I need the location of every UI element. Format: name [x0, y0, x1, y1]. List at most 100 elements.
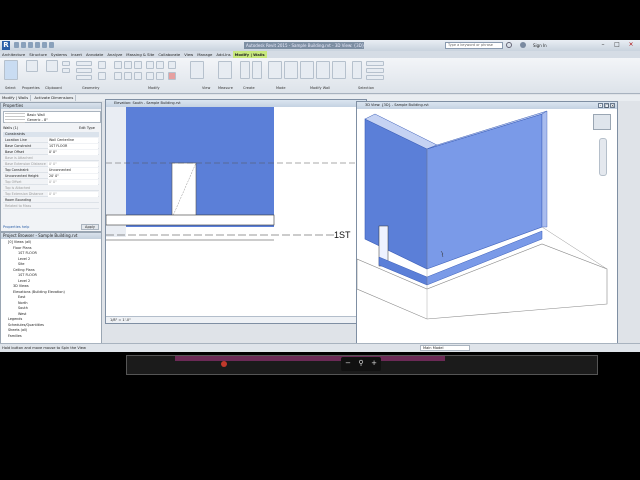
- level-tag[interactable]: 1ST: [334, 230, 351, 240]
- browser-item[interactable]: Sheets (all): [8, 328, 27, 333]
- tab-insert[interactable]: Insert: [69, 51, 84, 58]
- detach-top-base-button[interactable]: [332, 61, 346, 79]
- property-row[interactable]: Room Bounding: [3, 198, 99, 203]
- browser-item[interactable]: Legends: [8, 317, 22, 322]
- browser-item[interactable]: 1ST FLOOR: [18, 273, 37, 278]
- close-button[interactable]: ×: [626, 41, 636, 49]
- load-selection-button[interactable]: [366, 68, 384, 73]
- measure-button[interactable]: [218, 61, 232, 79]
- property-row[interactable]: Top Extension Distance 0' 0": [3, 192, 99, 197]
- save-selection-button[interactable]: [366, 61, 384, 66]
- property-value[interactable]: 0' 0": [48, 162, 98, 167]
- move-icon[interactable]: [114, 72, 122, 80]
- properties-button[interactable]: [26, 60, 38, 72]
- tab-manage[interactable]: Manage: [195, 51, 214, 58]
- 3d-model-canvas[interactable]: [357, 109, 617, 344]
- south-elevation-view[interactable]: Elevation: South - Sample Building.rvt 1…: [105, 99, 367, 324]
- property-row[interactable]: Base is Attached: [3, 156, 99, 161]
- join-button[interactable]: [76, 75, 92, 80]
- constraints-section[interactable]: Constraints: [3, 132, 99, 137]
- tab-structure[interactable]: Structure: [27, 51, 49, 58]
- measure-icon[interactable]: [49, 42, 54, 48]
- sign-in-link[interactable]: Sign In: [533, 42, 547, 49]
- pin-icon[interactable]: [168, 61, 176, 69]
- rotate-icon[interactable]: [134, 72, 142, 80]
- wall-face[interactable]: [126, 107, 274, 227]
- create-similar-button[interactable]: [240, 61, 250, 79]
- paint-icon[interactable]: [98, 72, 106, 80]
- browser-item[interactable]: South: [18, 306, 28, 311]
- navigation-bar[interactable]: [599, 138, 607, 176]
- zoom-out-button[interactable]: −: [342, 359, 354, 367]
- browser-item[interactable]: Floor Plans: [13, 246, 32, 251]
- property-row[interactable]: Base Extension Distance 0' 0": [3, 162, 99, 167]
- tab-annotate[interactable]: Annotate: [84, 51, 105, 58]
- property-row[interactable]: Top Offset 0' 0": [3, 180, 99, 185]
- tab-view[interactable]: View: [182, 51, 195, 58]
- minimize-button[interactable]: –: [598, 41, 608, 49]
- attach-top-base-button[interactable]: [316, 61, 330, 79]
- browser-item[interactable]: 3D Views: [13, 284, 29, 289]
- save-icon[interactable]: [21, 42, 26, 48]
- properties-help-link[interactable]: Properties help: [3, 225, 29, 229]
- browser-item[interactable]: East: [18, 295, 25, 300]
- view-close-button[interactable]: ×: [610, 103, 615, 108]
- edit-type-button[interactable]: Edit Type: [79, 125, 95, 131]
- cut-icon[interactable]: [62, 61, 70, 66]
- trim-icon[interactable]: [146, 61, 154, 69]
- property-value[interactable]: 0' 0": [48, 150, 98, 155]
- property-value[interactable]: 20' 0": [48, 174, 98, 179]
- paste-button[interactable]: [46, 60, 58, 72]
- floor-slab[interactable]: [106, 214, 275, 226]
- property-value[interactable]: Unconnected: [48, 168, 98, 173]
- split-icon[interactable]: [156, 61, 164, 69]
- copy-element-icon[interactable]: [124, 72, 132, 80]
- property-row[interactable]: Unconnected Height 20' 0": [3, 174, 99, 179]
- open-icon[interactable]: [14, 42, 19, 48]
- browser-item[interactable]: [0] Views (all): [8, 240, 31, 245]
- search-icon[interactable]: [506, 42, 512, 48]
- wall-opening-button[interactable]: [300, 61, 314, 79]
- tab-analyze[interactable]: Analyze: [105, 51, 124, 58]
- align-icon[interactable]: [114, 61, 122, 69]
- tab-collaborate[interactable]: Collaborate: [156, 51, 182, 58]
- browser-item[interactable]: Families: [8, 334, 22, 339]
- property-value[interactable]: Wall Centerline: [48, 138, 98, 143]
- array-icon[interactable]: [146, 72, 154, 80]
- maximize-button[interactable]: □: [612, 41, 622, 49]
- edit-selection-button[interactable]: [366, 75, 384, 80]
- browser-item[interactable]: Site: [18, 262, 25, 267]
- application-menu-button[interactable]: R: [2, 41, 10, 50]
- browser-item[interactable]: 1ST FLOOR: [18, 251, 37, 256]
- property-row[interactable]: Location Line Wall Centerline: [3, 138, 99, 143]
- redo-icon[interactable]: [35, 42, 40, 48]
- browser-item[interactable]: Schedules/Quantities: [8, 323, 44, 328]
- copy-icon[interactable]: [62, 68, 70, 73]
- browser-item[interactable]: West: [18, 312, 26, 317]
- instance-filter-dropdown[interactable]: Walls (1) Edit Type: [3, 125, 101, 131]
- delete-icon[interactable]: [168, 72, 176, 80]
- activate-dimensions-button[interactable]: Activate Dimensions: [32, 95, 77, 101]
- browser-item[interactable]: Level 2: [18, 257, 30, 262]
- cut-geometry-button[interactable]: [76, 68, 92, 73]
- cope-button[interactable]: [76, 61, 92, 66]
- search-input[interactable]: Type a keyword or phrase: [445, 42, 503, 49]
- property-row[interactable]: Top Constraint Unconnected: [3, 168, 99, 173]
- tab-add-ins[interactable]: Add-Ins: [214, 51, 232, 58]
- tab-modify-walls[interactable]: Modify | Walls: [232, 51, 267, 58]
- view-restore-button[interactable]: □: [604, 103, 609, 108]
- zoom-search-icon[interactable]: ⚲: [355, 359, 367, 367]
- browser-item[interactable]: Level 2: [18, 279, 30, 284]
- create-group-button[interactable]: [252, 61, 262, 79]
- property-value[interactable]: 0' 0": [48, 180, 98, 185]
- reset-profile-button[interactable]: [284, 61, 298, 79]
- south-elevation-canvas[interactable]: 1ST: [106, 107, 366, 317]
- edit-profile-button[interactable]: [268, 61, 282, 79]
- hide-in-view-button[interactable]: [190, 61, 204, 79]
- tab-massing-site[interactable]: Massing & Site: [124, 51, 156, 58]
- property-row[interactable]: Base Offset 0' 0": [3, 150, 99, 155]
- property-row[interactable]: Related to Mass: [3, 204, 99, 209]
- undo-icon[interactable]: [28, 42, 33, 48]
- print-icon[interactable]: [42, 42, 47, 48]
- type-selector[interactable]: Basic Wall Generic - 8": [3, 111, 101, 123]
